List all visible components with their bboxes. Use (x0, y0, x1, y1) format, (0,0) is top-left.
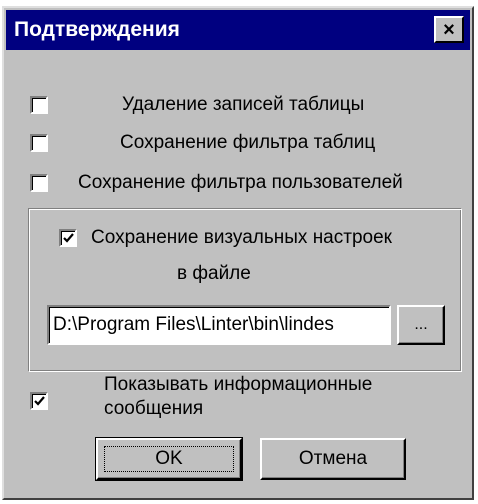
save-table-filter-checkbox[interactable] (30, 134, 48, 152)
save-user-filter-label: Сохранение фильтра пользователей (78, 172, 403, 193)
ok-button[interactable]: OK (95, 437, 243, 481)
visual-settings-group: Сохранение визуальных настроек в файле D… (28, 208, 462, 372)
save-visual-settings-checkbox[interactable] (59, 229, 77, 247)
cancel-button-label: Отмена (298, 448, 368, 469)
show-info-messages-label: Показывать информационные (104, 374, 373, 395)
title-bar[interactable]: Подтверждения × (6, 10, 470, 50)
cancel-button[interactable]: Отмена (260, 438, 406, 480)
show-info-messages-checkbox[interactable] (30, 392, 48, 410)
close-icon: × (443, 18, 455, 41)
close-button[interactable]: × (434, 16, 464, 43)
save-user-filter-checkbox[interactable] (30, 174, 48, 192)
save-visual-settings-label: Сохранение визуальных настроек (91, 227, 392, 248)
focus-rectangle (104, 446, 234, 472)
settings-file-path-input[interactable]: D:\Program Files\Linter\bin\lindes (47, 305, 391, 345)
delete-records-checkbox[interactable] (30, 96, 48, 114)
browse-button[interactable]: ... (397, 305, 445, 345)
show-info-messages-label-line2: сообщения (104, 398, 204, 419)
checkmark-icon (34, 396, 45, 406)
checkmark-icon (63, 233, 74, 243)
save-table-filter-label: Сохранение фильтра таблиц (120, 132, 376, 153)
window-title: Подтверждения (14, 18, 180, 41)
delete-records-label: Удаление записей таблицы (122, 94, 365, 115)
confirmations-dialog: Подтверждения × Удаление записей таблицы… (2, 6, 474, 500)
save-visual-settings-label-line2: в файле (177, 263, 251, 284)
